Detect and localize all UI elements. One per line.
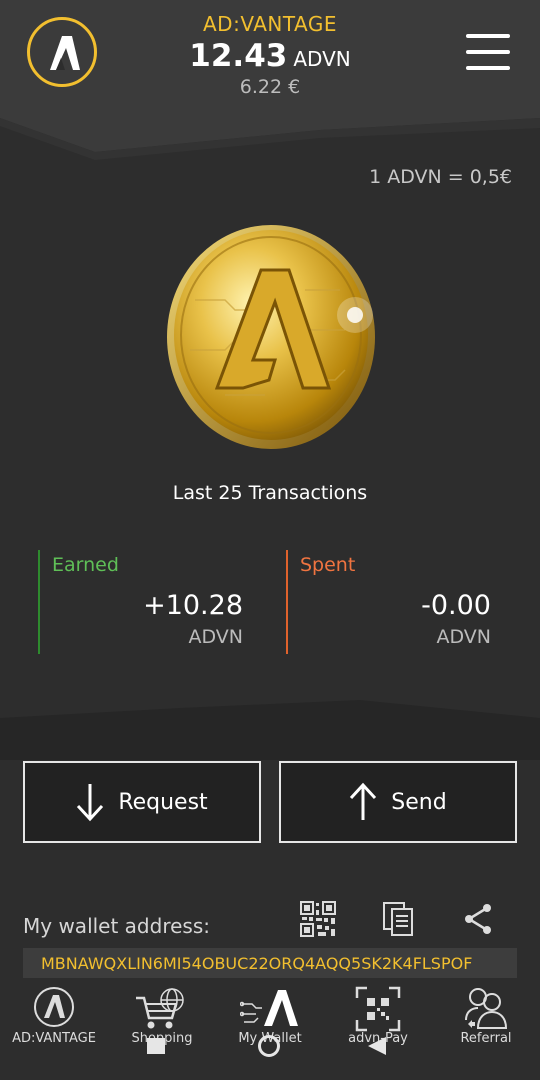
app-brand: AD:VANTAGE [203,12,337,36]
wallet-address[interactable]: MBNAWQXLIN6MI54OBUC22ORQ4AQQ5SK2K4FLSPOF [23,948,517,978]
home-button[interactable] [258,1035,280,1057]
copy-icon[interactable] [380,900,418,938]
balance-eur: 6.22 € [239,76,301,98]
spent-unit: ADVN [436,626,491,648]
balance-amount: 12.43 [189,38,288,74]
qr-scan-icon [355,986,401,1032]
bottom-navigation: AD:VANTAGE Shopping My Wallet [0,978,540,1080]
advantage-logo-icon [34,987,74,1027]
section-divider [0,700,540,760]
advantage-logo-icon [50,36,80,70]
nav-label: Referral [460,1031,512,1046]
request-label: Request [118,789,208,815]
nav-referral[interactable]: Referral [432,978,540,1058]
referral-icon [465,988,508,1029]
shopping-cart-icon [136,988,184,1029]
qr-code-icon[interactable] [299,900,337,938]
earned-label: Earned [52,554,119,576]
nav-label: AD:VANTAGE [12,1031,96,1046]
nav-advantage[interactable]: AD:VANTAGE [0,978,108,1058]
recents-button[interactable] [147,1038,165,1054]
exchange-rate: 1 ADVN = 0,5€ [369,166,512,188]
earned-summary: Earned +10.28 ADVN [38,550,270,654]
spent-label: Spent [300,554,356,576]
wallet-address-label: My wallet address: [23,914,210,938]
request-button[interactable]: Request [23,761,261,843]
hamburger-menu-icon[interactable] [466,34,510,70]
spent-value: -0.00 [421,590,491,621]
arrow-down-icon [77,784,104,822]
earned-value: +10.28 [143,590,243,621]
send-label: Send [391,789,447,815]
balance-header: AD:VANTAGE 12.43 ADVN 6.22 € [120,12,420,98]
spent-summary: Spent -0.00 ADVN [286,550,518,654]
send-button[interactable]: Send [279,761,517,843]
advantage-logo[interactable] [27,17,97,87]
wallet-icon [240,990,298,1026]
arrow-up-icon [350,782,377,820]
balance-unit: ADVN [293,47,351,71]
share-icon[interactable] [459,900,497,938]
advn-coin-icon [167,225,375,449]
back-icon[interactable] [366,1036,388,1056]
transactions-title: Last 25 Transactions [172,482,368,504]
earned-unit: ADVN [188,626,243,648]
